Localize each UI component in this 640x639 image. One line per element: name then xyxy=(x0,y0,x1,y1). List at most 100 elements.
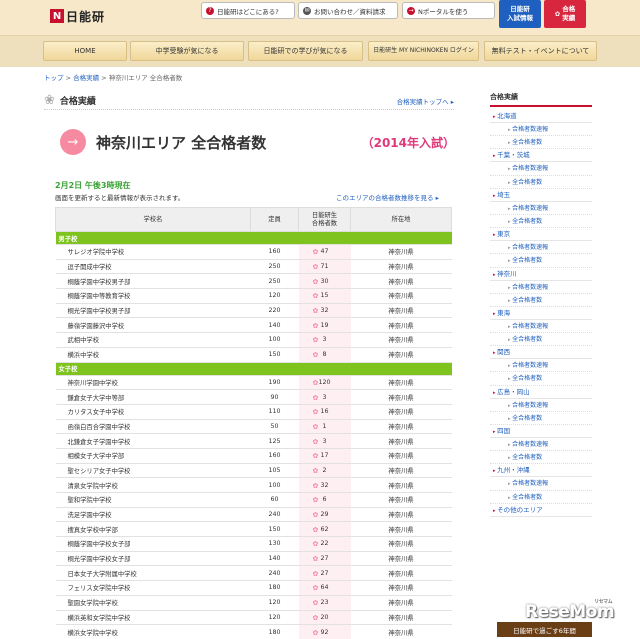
sidebar-sublink[interactable]: 合格者数速報 xyxy=(490,477,592,491)
passer-count-text: 32 xyxy=(320,307,329,315)
capacity-text: 240 xyxy=(268,511,281,519)
sidebar-sublink[interactable]: 全合格者数 xyxy=(490,136,592,150)
location-link[interactable]: ? 日能研はどこにある? xyxy=(201,2,295,19)
school-name[interactable]: 聖和学院中学校 xyxy=(55,492,251,508)
sidebar-region[interactable]: 埼玉 xyxy=(490,189,592,202)
sidebar-region[interactable]: 北海道 xyxy=(490,110,592,123)
capacity-text: 250 xyxy=(268,277,281,285)
sidebar-sublink[interactable]: 合格者数速報 xyxy=(490,241,592,255)
school-name[interactable]: 鎌倉女子大学中等部 xyxy=(55,389,251,405)
school-name[interactable]: 日本女子大学附属中学校 xyxy=(55,565,251,582)
school-name[interactable]: 神奈川学園中学校 xyxy=(55,375,251,391)
nav-home[interactable]: HOME xyxy=(43,41,127,61)
exam-info-button[interactable]: 日能研 入試情報 xyxy=(499,0,541,28)
table-row: 聖和学院中学校 60 ✿ 6 神奈川県 xyxy=(55,492,452,508)
school-name[interactable]: 藤嶺学園藤沢中学校 xyxy=(55,317,251,334)
nav-free-test[interactable]: 無料テスト・イベントについて xyxy=(484,41,597,61)
location-text: 神奈川県 xyxy=(388,423,414,431)
school-name[interactable]: 聖セシリア女子中学校 xyxy=(55,463,251,479)
school-name[interactable]: 函嶺白百合学園中学校 xyxy=(55,419,251,435)
school-name[interactable]: 横浜中学校 xyxy=(55,347,251,363)
capacity: 105 xyxy=(250,463,299,479)
school-name[interactable]: 桐蔭学園中等教育学校 xyxy=(55,288,251,304)
sidebar-sublink[interactable]: 全合格者数 xyxy=(490,372,592,386)
capacity-text: 100 xyxy=(268,336,281,344)
sidebar-region[interactable]: 千葉・茨城 xyxy=(490,149,592,163)
sidebar-region[interactable]: 東京 xyxy=(490,228,592,242)
school-name[interactable]: 横浜女学院中学校 xyxy=(55,624,251,639)
school-name[interactable]: 武相中学校 xyxy=(55,332,251,348)
trend-link[interactable]: このエリアの合格者数推移を見る ▸ xyxy=(336,192,439,202)
sidebar-sublink[interactable]: 合格者数速報 xyxy=(490,320,592,334)
top-header: N 日能研 ? 日能研はどこにある? ✉ お問い合わせ／資料請求 → Nポータルを使う… xyxy=(0,0,640,36)
breadcrumb-results[interactable]: 合格実績 xyxy=(73,74,99,82)
capacity-text: 105 xyxy=(268,466,281,474)
location-text: 神奈川県 xyxy=(388,352,414,360)
school-name[interactable]: サレジオ学院中学校 xyxy=(55,244,251,260)
location: 神奈川県 xyxy=(350,288,452,304)
breadcrumb-top[interactable]: トップ xyxy=(44,74,64,82)
sidebar-sublink[interactable]: 全合格者数 xyxy=(490,491,592,504)
sidebar-sublink[interactable]: 全合格者数 xyxy=(490,412,592,425)
passer-count-text: 71 xyxy=(320,263,329,271)
sidebar-sublink[interactable]: 全合格者数 xyxy=(490,451,592,465)
school-name[interactable]: 桐光学園中学校女子部 xyxy=(55,551,251,567)
capacity-text: 125 xyxy=(268,437,281,445)
school-name[interactable]: 聖園女学院中学校 xyxy=(55,595,251,611)
six-years-banner[interactable]: 日能研で過ごす6年間 xyxy=(497,622,592,637)
table-row: 洗足学園中学校 240 ✿ 29 神奈川県 xyxy=(55,507,452,523)
school-name[interactable]: 桐蔭学園中学校女子部 xyxy=(55,536,251,552)
location: 神奈川県 xyxy=(350,492,452,508)
school-name[interactable]: 北鎌倉女子学園中学校 xyxy=(55,433,251,449)
nav-learning[interactable]: 日能研での学びが気になる xyxy=(248,41,363,61)
school-name[interactable]: フェリス女学院中学校 xyxy=(55,580,251,596)
sidebar-region[interactable]: 神奈川 xyxy=(490,268,592,281)
sidebar-sublink[interactable]: 合格者数速報 xyxy=(490,162,592,176)
table-row: 桐光学園中学校男子部 220 ✿ 32 神奈川県 xyxy=(55,303,452,319)
sidebar-region[interactable]: 関西 xyxy=(490,346,592,360)
school-name[interactable]: 捜真女学校中学部 xyxy=(55,521,251,538)
sidebar-sublink[interactable]: 合格者数速報 xyxy=(490,438,592,452)
sidebar-region[interactable]: 四国 xyxy=(490,425,592,438)
sidebar-region[interactable]: 九州・沖縄 xyxy=(490,464,592,478)
school-name[interactable]: 逗子開成中学校 xyxy=(55,259,251,275)
nportal-link[interactable]: → Nポータルを使う xyxy=(402,2,495,19)
school-name[interactable]: 横浜英和女学院中学校 xyxy=(55,610,251,626)
school-name[interactable]: 相模女子大学中学部 xyxy=(55,448,251,464)
sidebar-sublink[interactable]: 全合格者数 xyxy=(490,294,592,307)
table-row: 聖園女学院中学校 120 ✿ 23 神奈川県 xyxy=(55,595,452,611)
school-name[interactable]: 清泉女学院中学校 xyxy=(55,477,251,493)
sidebar-sublink[interactable]: 合格者数速報 xyxy=(490,281,592,294)
sidebar-region[interactable]: 広島・岡山 xyxy=(490,386,592,399)
school-name[interactable]: 桐光学園中学校男子部 xyxy=(55,303,251,319)
sidebar-sublink[interactable]: 合格者数速報 xyxy=(490,399,592,412)
sidebar-region[interactable]: その他のエリア xyxy=(490,504,592,517)
capacity: 90 xyxy=(250,389,299,405)
school-name-text: 北鎌倉女子学園中学校 xyxy=(67,438,131,446)
capacity: 240 xyxy=(250,507,299,523)
contact-link[interactable]: ✉ お問い合わせ／資料請求 xyxy=(298,2,398,19)
sidebar-sublink[interactable]: 全合格者数 xyxy=(490,333,592,347)
location-text: 神奈川県 xyxy=(388,614,414,622)
school-name[interactable]: 洗足学園中学校 xyxy=(55,507,251,523)
nav-exam-interest[interactable]: 中学受験が気になる xyxy=(130,41,244,61)
school-name-text: 函嶺白百合学園中学校 xyxy=(67,423,131,431)
sidebar-sublink[interactable]: 合格者数速報 xyxy=(490,202,592,215)
sidebar-sublink[interactable]: 合格者数速報 xyxy=(490,123,592,137)
sidebar-region[interactable]: 東海 xyxy=(490,307,592,320)
passer-count-text: 17 xyxy=(320,452,329,460)
school-name[interactable]: カリタス女子中学校 xyxy=(55,404,251,420)
col-passers: 日能研生 合格者数 xyxy=(298,207,351,232)
capacity-text: 120 xyxy=(268,613,281,621)
nichinoken-logo[interactable]: N 日能研 xyxy=(50,8,105,24)
school-name[interactable]: 桐蔭学園中学校男子部 xyxy=(55,273,251,290)
results-top-link[interactable]: 合格実績トップへ ▸ xyxy=(397,96,454,106)
results-button[interactable]: ✿ 合格 実績 xyxy=(544,0,586,28)
sidebar-sublink[interactable]: 全合格者数 xyxy=(490,176,592,189)
sidebar-sublink[interactable]: 全合格者数 xyxy=(490,215,592,229)
sidebar-sublink[interactable]: 全合格者数 xyxy=(490,254,592,268)
table-row: 横浜中学校 150 ✿ 8 神奈川県 xyxy=(55,347,452,363)
table-group-row: 男子校 xyxy=(55,231,452,245)
nav-mynichinoken-login[interactable]: 日能研生 MY NICHINOKEN ログイン xyxy=(368,41,479,61)
sidebar-sublink[interactable]: 合格者数速報 xyxy=(490,359,592,373)
